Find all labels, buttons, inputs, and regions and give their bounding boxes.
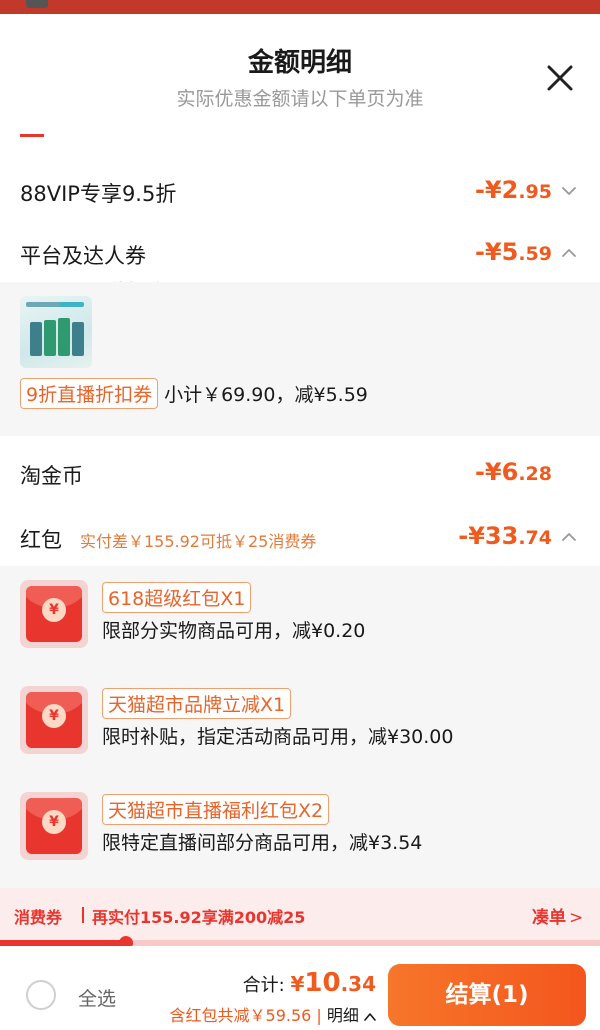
discount-row-amount: -¥5.59 — [474, 238, 552, 266]
coupon-line: 9折直播折扣券 小计￥69.90，减¥5.59 — [20, 378, 368, 409]
checkout-footer: 全选 合计: ¥10.34 含红包共减￥59.56 | 明细 结算(1) — [0, 946, 600, 1030]
hongbao-hint: 实付差￥155.92可抵￥25消费券 — [80, 532, 317, 551]
discount-row-taojinbi: 淘金币 -¥6.28 — [0, 452, 600, 496]
discount-row-amount: -¥2.95 — [474, 176, 552, 204]
hongbao-desc: 限特定直播间部分商品可用，减¥3.54 — [102, 832, 423, 854]
hongbao-detail-list: ¥ 618超级红包X1 限部分实物商品可用，减¥0.20 ¥ 天猫超市品牌立减X… — [0, 566, 600, 888]
chevron-up-icon[interactable] — [560, 528, 578, 546]
hongbao-name: 618超级红包X1 — [102, 582, 252, 613]
list-item: 天猫超市品牌立减X1 — [102, 688, 292, 719]
discount-row-label: 淘金币 — [20, 464, 83, 488]
discount-row-label: 88VIP专享9.5折 — [20, 182, 177, 206]
sheet-title: 金额明细 — [247, 48, 352, 78]
discount-row-amount: -¥6.28 — [474, 458, 552, 486]
list-item: 天猫超市直播福利红包X2 — [102, 794, 330, 825]
hongbao-name: 天猫超市品牌立减X1 — [102, 688, 292, 719]
chevron-up-icon[interactable] — [560, 244, 578, 262]
hongbao-desc: 限部分实物商品可用，减¥0.20 — [102, 620, 366, 642]
banner-text: 再实付155.92享满200减25 — [92, 908, 306, 927]
amount-detail-sheet: 金额明细 实际优惠金额请以下单页为准 88VIP专享9.5折 -¥2.95 平台… — [0, 14, 600, 1030]
product-thumbnail[interactable] — [20, 296, 92, 368]
discount-row-hongbao[interactable]: 红包 实付差￥155.92可抵￥25消费券 -¥33.74 — [0, 516, 600, 560]
red-packet-icon: ¥ — [20, 792, 88, 860]
select-all-label[interactable]: 全选 — [78, 984, 116, 1011]
banner-divider — [82, 907, 84, 923]
hongbao-desc: 限时补贴，指定活动商品可用，减¥30.00 — [102, 726, 454, 748]
coupon-tag: 9折直播折扣券 — [20, 378, 159, 409]
platform-coupon-detail: 9折直播折扣券 小计￥69.90，减¥5.59 — [0, 282, 600, 436]
detail-link: 明细 — [326, 1006, 359, 1025]
discount-row-label: 红包 — [20, 528, 62, 552]
banner-label: 消费券 — [14, 908, 63, 927]
total-discount[interactable]: 含红包共减￥59.56 | 明细 — [170, 1002, 376, 1026]
background-badge — [26, 0, 48, 8]
list-item: 618超级红包X1 — [102, 582, 252, 613]
close-icon[interactable] — [540, 58, 580, 98]
background-page-strip — [0, 0, 600, 14]
coupon-subtotal: 小计￥69.90，减¥5.59 — [164, 384, 368, 406]
hongbao-name: 天猫超市直播福利红包X2 — [102, 794, 330, 825]
discount-row-platform[interactable]: 平台及达人券 -¥5.59 — [0, 232, 600, 276]
total-amount: 合计: ¥10.34 — [242, 968, 376, 998]
discount-row-vip[interactable]: 88VIP专享9.5折 -¥2.95 — [0, 170, 600, 214]
checkout-button[interactable]: 结算(1) — [388, 964, 586, 1026]
sheet-subtitle: 实际优惠金额请以下单页为准 — [176, 88, 424, 110]
select-all-radio[interactable] — [26, 980, 56, 1010]
red-packet-icon: ¥ — [20, 580, 88, 648]
tab-indicator — [20, 134, 44, 137]
discount-row-label: 平台及达人券 — [20, 244, 146, 268]
consumption-coupon-banner: 消费券 再实付155.92享满200减25 凑单 > — [0, 888, 600, 940]
chevron-down-icon[interactable] — [560, 182, 578, 200]
discount-row-amount: -¥33.74 — [458, 522, 552, 550]
chevron-up-icon[interactable] — [364, 1012, 376, 1022]
add-on-button[interactable]: 凑单 > — [532, 903, 583, 928]
red-packet-icon: ¥ — [20, 686, 88, 754]
